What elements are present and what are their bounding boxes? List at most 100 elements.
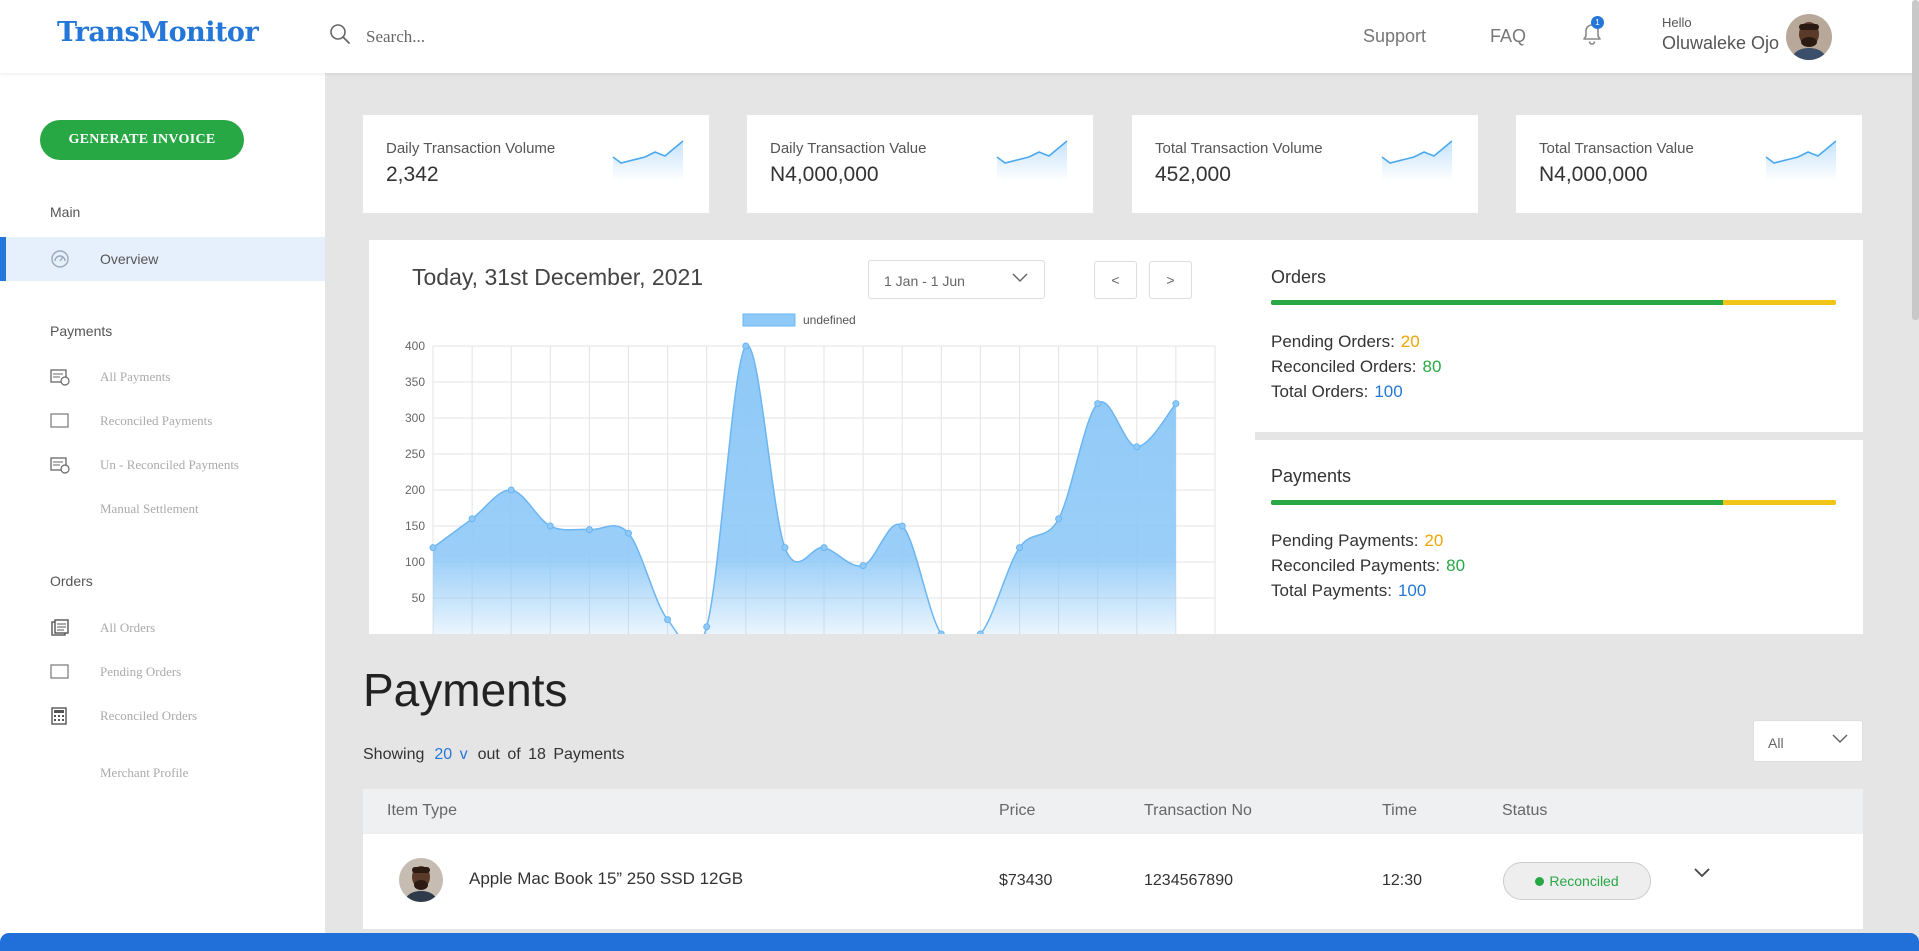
payments-progress-fill xyxy=(1271,500,1723,505)
column-header-status[interactable]: Status xyxy=(1502,802,1547,820)
vertical-scrollbar[interactable] xyxy=(1912,0,1919,320)
calculator-icon xyxy=(50,707,70,725)
chevron-down-icon[interactable] xyxy=(1693,867,1711,879)
y-tick-label: 300 xyxy=(405,411,425,425)
user-name[interactable]: Oluwaleke Ojo xyxy=(1662,33,1779,54)
status-badge: Reconciled xyxy=(1503,862,1651,900)
data-point xyxy=(1094,400,1102,408)
orders-summary-title: Orders xyxy=(1271,267,1327,287)
prev-period-button[interactable]: < xyxy=(1094,261,1137,299)
next-period-button[interactable]: > xyxy=(1149,261,1192,299)
pending-orders-label: Pending Orders: xyxy=(1271,332,1395,351)
total-count: 18 xyxy=(528,746,546,763)
user-avatar[interactable] xyxy=(1786,14,1832,60)
sidebar-item-label: Un - Reconciled Payments xyxy=(100,457,239,472)
status-filter-select[interactable]: All xyxy=(1753,720,1863,762)
date-range-select[interactable]: 1 Jan - 1 Jun xyxy=(868,260,1045,299)
y-tick-label: 50 xyxy=(412,591,426,605)
y-tick-label: 200 xyxy=(405,483,425,497)
reconciled-payments-label: Reconciled Payments: xyxy=(1271,556,1441,575)
chart-title: Today, 31st December, 2021 xyxy=(412,264,704,290)
data-point xyxy=(742,342,750,350)
date-range-value: 1 Jan - 1 Jun xyxy=(884,273,965,289)
payments-summary-title: Payments xyxy=(1271,466,1352,486)
reconciled-payments-row: Reconciled Payments: 80 xyxy=(1271,556,1465,576)
sidebar-section-payments: Payments xyxy=(50,323,113,339)
support-link[interactable]: Support xyxy=(1363,26,1426,47)
sidebar-item-label: Overview xyxy=(100,251,159,267)
showing-info: Showing 20 v out of 18 Payments xyxy=(363,746,625,764)
legend-swatch xyxy=(742,313,796,327)
stat-card-daily-volume: Daily Transaction Volume 2,342 xyxy=(363,115,709,213)
sidebar-item-label: Reconciled Payments xyxy=(100,413,213,428)
sidebar-item-all-payments[interactable]: All Payments xyxy=(0,355,325,399)
sparkline-icon xyxy=(996,140,1068,181)
sidebar-section-orders: Orders xyxy=(50,573,93,589)
column-header-item-type[interactable]: Item Type xyxy=(387,802,457,820)
receipt-icon xyxy=(50,368,70,386)
total-orders-row: Total Orders: 100 xyxy=(1271,382,1403,402)
area-chart: 50 100 150 200 250 300 350 400 undefined xyxy=(405,313,1216,634)
y-tick-label: 100 xyxy=(405,555,425,569)
sparkline-icon xyxy=(1765,140,1837,181)
data-point xyxy=(1016,544,1023,552)
sidebar-section-main: Main xyxy=(50,204,81,220)
column-header-transaction-no[interactable]: Transaction No xyxy=(1144,802,1252,820)
sidebar-item-reconciled-orders[interactable]: Reconciled Orders xyxy=(0,694,325,738)
sidebar-item-manual-settlement[interactable]: Manual Settlement xyxy=(0,487,325,531)
chevron-down-icon xyxy=(1012,273,1028,283)
sidebar-item-pending-orders[interactable]: Pending Orders xyxy=(0,650,325,694)
sidebar-item-label: Merchant Profile xyxy=(100,765,189,780)
out-of-label: out of xyxy=(477,746,521,763)
stat-value: 452,000 xyxy=(1155,163,1231,186)
data-point xyxy=(898,522,906,530)
app-logo[interactable]: TransMonitor xyxy=(57,17,259,48)
sidebar-item-label: All Orders xyxy=(100,620,156,635)
data-point xyxy=(585,526,593,534)
search-input[interactable] xyxy=(364,25,588,48)
data-point xyxy=(1172,400,1180,408)
sparkline-icon xyxy=(1381,140,1453,181)
table-row[interactable]: Apple Mac Book 15” 250 SSD 12GB $73430 1… xyxy=(363,834,1863,929)
unit-label: Payments xyxy=(553,746,625,763)
payments-progress-bar xyxy=(1271,500,1836,505)
data-point xyxy=(1055,515,1063,523)
sparkline-icon xyxy=(612,140,684,181)
stat-label: Total Transaction Value xyxy=(1539,140,1694,157)
sidebar-item-all-orders[interactable]: All Orders xyxy=(0,606,325,650)
sidebar-item-unreconciled-payments[interactable]: Un - Reconciled Payments xyxy=(0,443,325,487)
stat-value: N4,000,000 xyxy=(1539,163,1648,186)
stat-card-total-volume: Total Transaction Volume 452,000 xyxy=(1132,115,1478,213)
sidebar: GENERATE INVOICE Main Overview Payments … xyxy=(0,73,325,951)
data-point xyxy=(781,544,789,552)
sidebar-item-reconciled-payments[interactable]: Reconciled Payments xyxy=(0,399,325,443)
pending-payments-value: 20 xyxy=(1424,531,1444,550)
status-filter-value: All xyxy=(1768,735,1784,751)
sidebar-item-label: Pending Orders xyxy=(100,664,182,679)
stat-card-daily-value: Daily Transaction Value N4,000,000 xyxy=(747,115,1093,213)
orders-progress-fill xyxy=(1271,300,1723,305)
sidebar-item-merchant-profile[interactable]: Merchant Profile xyxy=(0,751,325,795)
reconciled-orders-label: Reconciled Orders: xyxy=(1271,357,1417,376)
column-header-time[interactable]: Time xyxy=(1382,802,1417,820)
data-point xyxy=(859,562,867,570)
search-bar xyxy=(328,22,588,51)
data-point xyxy=(625,529,632,537)
orders-progress-bar xyxy=(1271,300,1836,305)
orders-summary-card: Orders Pending Orders: 20 Reconciled Orde… xyxy=(1243,240,1863,432)
legend-label: undefined xyxy=(803,313,856,327)
sidebar-item-overview[interactable]: Overview xyxy=(0,237,325,281)
total-payments-label: Total Payments: xyxy=(1271,581,1392,600)
column-header-price[interactable]: Price xyxy=(999,802,1035,820)
sidebar-item-label: All Payments xyxy=(100,369,171,384)
square-outline-icon xyxy=(50,663,70,681)
stat-label: Daily Transaction Volume xyxy=(386,140,556,157)
data-point xyxy=(937,630,945,634)
generate-invoice-button[interactable]: GENERATE INVOICE xyxy=(40,120,244,160)
data-point xyxy=(546,522,554,530)
faq-link[interactable]: FAQ xyxy=(1490,26,1526,47)
status-text: Reconciled xyxy=(1549,873,1619,889)
page-size-select[interactable]: 20 v xyxy=(434,746,467,763)
horizontal-scrollbar[interactable] xyxy=(0,933,1919,951)
y-tick-label: 250 xyxy=(405,447,425,461)
